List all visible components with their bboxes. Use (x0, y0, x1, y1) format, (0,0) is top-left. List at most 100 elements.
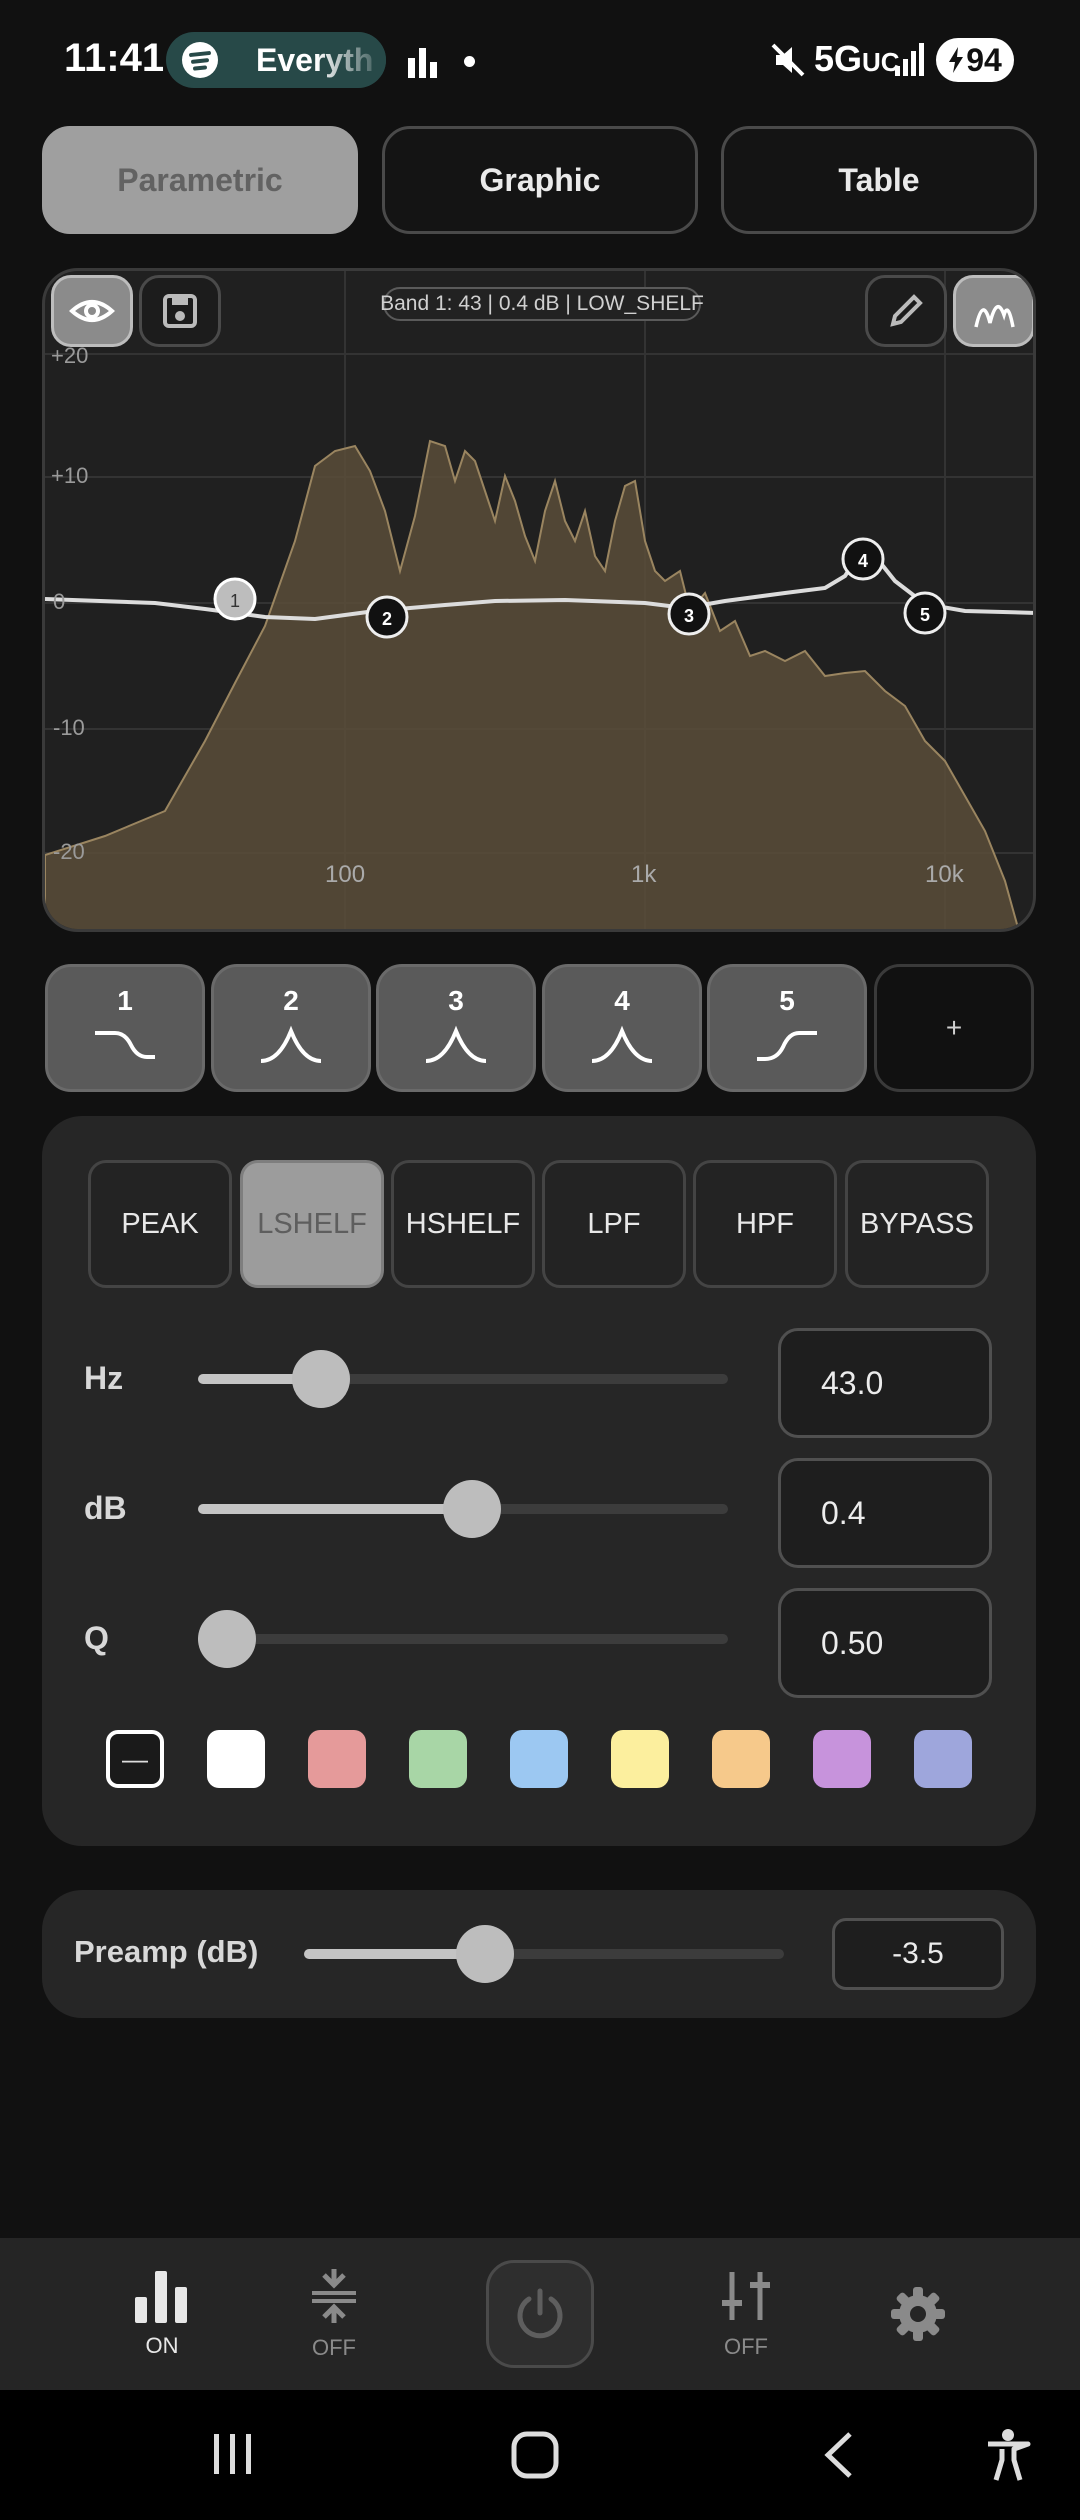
band-node-4[interactable]: 4 (841, 537, 885, 581)
charging-bolt-icon (949, 47, 964, 73)
add-band-button[interactable]: + (874, 964, 1034, 1092)
q-value-field[interactable]: 0.50 (778, 1588, 992, 1698)
peak-icon (591, 1025, 653, 1063)
add-band-label: + (945, 1012, 963, 1043)
y-label-plus10: +10 (51, 463, 89, 488)
hz-slider[interactable] (198, 1350, 728, 1408)
x-label-100: 100 (325, 861, 366, 888)
gear-icon (891, 2287, 945, 2341)
color-swatch-blue[interactable] (510, 1730, 568, 1788)
nav-compressor-label: OFF (312, 2335, 356, 2360)
spectrum-area (45, 439, 1020, 929)
compress-icon (312, 2269, 356, 2323)
db-slider-thumb[interactable] (443, 1480, 502, 1538)
band-button-3[interactable]: 3 (376, 964, 536, 1092)
battery-indicator: 94 (936, 38, 1014, 82)
spectrum-toggle-button[interactable] (953, 275, 1033, 347)
filter-type-bypass[interactable]: BYPASS (845, 1160, 989, 1288)
eq-graph[interactable]: 1 2 3 4 5 +20 +10 0 -10 -20 100 1k 10k B… (42, 268, 1036, 932)
color-swatch-purple[interactable] (813, 1730, 871, 1788)
signal-icon (895, 43, 924, 76)
visibility-toggle-button[interactable] (51, 275, 133, 347)
band-node-2[interactable]: 2 (365, 595, 409, 639)
frequency-response-plot[interactable]: 1 2 3 4 5 (45, 271, 1036, 932)
hz-slider-thumb[interactable] (292, 1350, 351, 1408)
y-label-minus20: -20 (53, 839, 85, 864)
db-slider[interactable] (198, 1480, 728, 1538)
eye-icon (69, 300, 115, 322)
svg-text:3: 3 (684, 606, 694, 626)
power-icon (517, 2288, 563, 2339)
band-number: 1 (117, 985, 133, 1016)
band-button-2[interactable]: 2 (211, 964, 371, 1092)
band-button-4[interactable]: 4 (542, 964, 702, 1092)
color-swatch-green[interactable] (409, 1730, 467, 1788)
back-icon[interactable] (818, 2430, 858, 2480)
color-swatch-white[interactable] (207, 1730, 265, 1788)
q-label: Q (84, 1620, 109, 1656)
filter-type-peak[interactable]: PEAK (88, 1160, 232, 1288)
tab-table[interactable]: Table (721, 126, 1037, 234)
system-navigation-bar (0, 2390, 1080, 2520)
svg-text:2: 2 (382, 609, 392, 629)
peak-icon (425, 1025, 487, 1063)
recent-apps-icon[interactable] (210, 2430, 256, 2478)
audio-bars-icon (408, 48, 437, 78)
q-slider[interactable] (198, 1610, 728, 1668)
high-shelf-icon (757, 1031, 817, 1061)
nav-sliders-label: OFF (724, 2334, 768, 2359)
status-bar: 11:41 Everyth 5GUC 94 (0, 0, 1080, 120)
nav-settings[interactable] (848, 2238, 988, 2390)
save-preset-button[interactable] (139, 275, 221, 347)
nav-sliders[interactable]: OFF (676, 2238, 816, 2390)
accessibility-icon[interactable] (984, 2428, 1032, 2482)
nav-power[interactable] (470, 2238, 610, 2390)
pencil-icon (890, 294, 923, 327)
y-label-zero: 0 (53, 589, 66, 614)
notification-dot-icon (464, 56, 475, 67)
edit-button[interactable] (865, 275, 947, 347)
nav-compressor[interactable]: OFF (264, 2238, 404, 2390)
y-label-minus10: -10 (53, 715, 85, 740)
preamp-value-field[interactable]: -3.5 (832, 1918, 1004, 1990)
band-parameter-panel: PEAK LSHELF HSHELF LPF HPF BYPASS Hz 43.… (42, 1116, 1036, 1846)
hz-value-field[interactable]: 43.0 (778, 1328, 992, 1438)
equalizer-bars-icon (135, 2271, 187, 2323)
band-node-3[interactable]: 3 (667, 592, 711, 636)
color-swatch-red[interactable] (308, 1730, 366, 1788)
svg-text:1: 1 (230, 591, 240, 611)
peak-icon (260, 1025, 322, 1063)
tab-parametric[interactable]: Parametric (42, 126, 358, 234)
q-slider-thumb[interactable] (198, 1610, 256, 1668)
nav-equalizer[interactable]: ON (92, 2238, 232, 2390)
preamp-slider-thumb[interactable] (455, 1925, 514, 1983)
hz-label: Hz (84, 1360, 124, 1396)
color-swatch-indigo[interactable] (914, 1730, 972, 1788)
spectrum-icon (974, 305, 1015, 328)
band-node-5[interactable]: 5 (903, 591, 947, 635)
filter-type-lpf[interactable]: LPF (542, 1160, 686, 1288)
band-info-label: Band 1: 43 | 0.4 dB | LOW_SHELF (380, 287, 704, 321)
band-number: 3 (448, 985, 464, 1016)
x-label-10k: 10k (925, 861, 964, 888)
preamp-slider[interactable] (304, 1925, 784, 1983)
filter-type-hshelf[interactable]: HSHELF (391, 1160, 535, 1288)
sliders-icon (722, 2272, 770, 2320)
db-value-field[interactable]: 0.4 (778, 1458, 992, 1568)
tab-graphic[interactable]: Graphic (382, 126, 698, 234)
save-icon (163, 294, 197, 328)
svg-text:4: 4 (858, 551, 868, 571)
color-swatch-yellow[interactable] (611, 1730, 669, 1788)
bottom-navigation: ON OFF OFF (0, 2238, 1080, 2390)
filter-type-hpf[interactable]: HPF (693, 1160, 837, 1288)
media-notification-pill[interactable]: Everyth (166, 32, 386, 88)
x-label-1k: 1k (631, 861, 657, 888)
band-node-1[interactable]: 1 (213, 577, 257, 621)
nav-equalizer-label: ON (145, 2333, 179, 2358)
filter-type-lshelf[interactable]: LSHELF (240, 1160, 384, 1288)
band-button-1[interactable]: 1 (45, 964, 205, 1092)
band-button-5[interactable]: 5 (707, 964, 867, 1092)
color-swatch-orange[interactable] (712, 1730, 770, 1788)
color-swatch-none[interactable]: — (106, 1730, 164, 1788)
home-icon[interactable] (510, 2430, 560, 2480)
